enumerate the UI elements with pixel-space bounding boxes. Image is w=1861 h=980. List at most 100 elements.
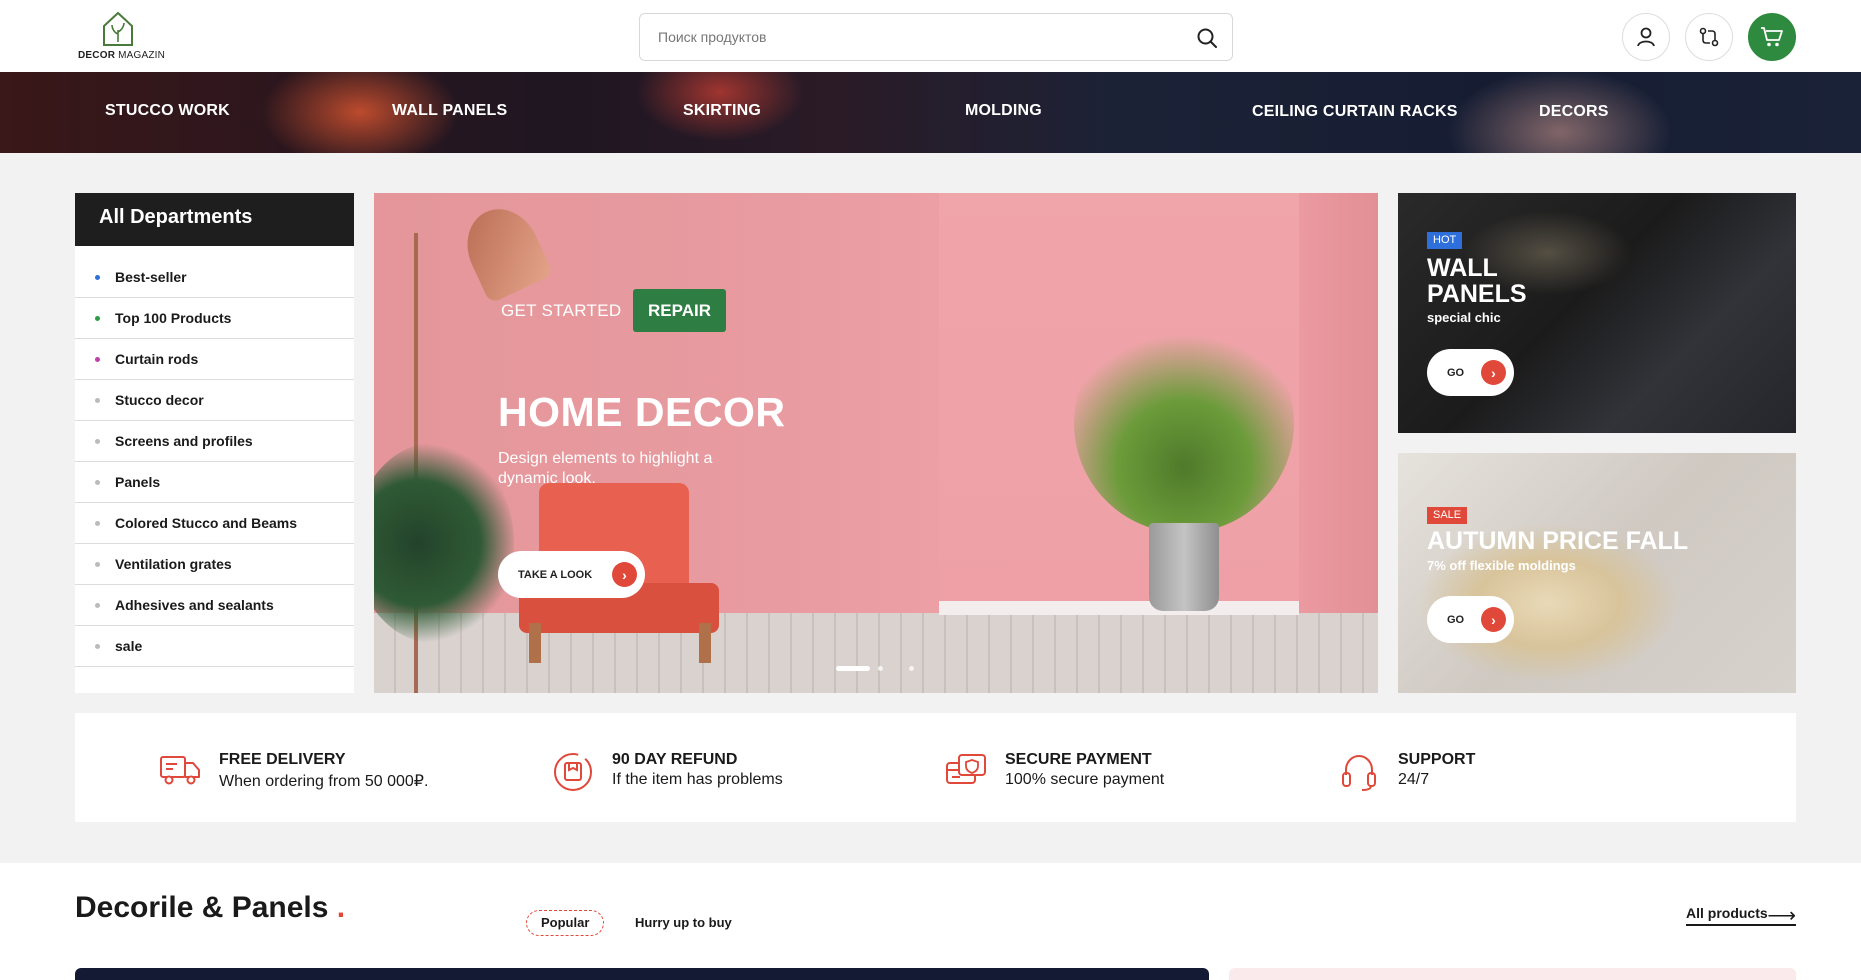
cart-button[interactable] [1748, 13, 1796, 61]
department-label: Colored Stucco and Beams [115, 515, 298, 531]
department-label: Ventilation grates [115, 556, 232, 572]
department-label: Best-seller [115, 269, 187, 285]
department-label: Stucco decor [115, 392, 204, 408]
nav-molding[interactable]: MOLDING [965, 102, 1042, 120]
logo-brand: DECOR [78, 50, 116, 61]
section-title-mark: . [336, 891, 346, 924]
nav-skirting[interactable]: SKIRTING [683, 102, 761, 120]
hero-subtitle: Design elements to highlight a dynamic l… [498, 450, 713, 487]
bullet-dot [95, 439, 100, 444]
feature-subtitle: 24/7 [1398, 771, 1430, 788]
chevron-right-icon: › [1481, 607, 1506, 632]
slider-dot-3[interactable] [909, 666, 914, 671]
feature-title: SUPPORT [1398, 751, 1476, 768]
cart-icon [1761, 27, 1783, 47]
department-item[interactable]: Ventilation grates [75, 544, 354, 585]
account-button[interactable] [1622, 13, 1670, 61]
promo-card-autumn-sale[interactable]: SALE AUTUMN PRICE FALL 7% off flexible m… [1398, 453, 1796, 693]
bullet-dot [95, 480, 100, 485]
departments-list: Best-seller Top 100 Products Curtain rod… [75, 246, 354, 667]
bullet-dot [95, 644, 100, 649]
promo-go-button[interactable]: GO › [1427, 596, 1514, 643]
bullet-dot [95, 275, 100, 280]
bullet-dot [95, 357, 100, 362]
section-title-text: Decorile & Panels [75, 891, 329, 924]
floor-lamp-shade [454, 197, 554, 304]
department-item[interactable]: Adhesives and sealants [75, 585, 354, 626]
product-card-banner[interactable] [75, 968, 1209, 980]
nav-decors[interactable]: DECORS [1539, 103, 1609, 121]
promo-title: AUTUMN PRICE FALL [1427, 527, 1689, 555]
department-item[interactable]: Top 100 Products [75, 298, 354, 339]
product-card-banner[interactable] [1229, 968, 1796, 980]
chevron-right-icon: › [612, 562, 637, 587]
hero-pillar [1299, 193, 1378, 613]
promo-title: WALL PANELS [1427, 254, 1527, 308]
promo-subtitle: special chic [1427, 310, 1501, 325]
hero-tagline: GET STARTED [501, 301, 622, 320]
compare-button[interactable] [1685, 13, 1733, 61]
department-item[interactable]: sale [75, 626, 354, 667]
promo-card-wall-panels[interactable]: HOT WALL PANELS special chic GO › [1398, 193, 1796, 433]
department-item[interactable]: Screens and profiles [75, 421, 354, 462]
department-item[interactable]: Stucco decor [75, 380, 354, 421]
tab-popular[interactable]: Popular [526, 910, 605, 936]
sale-badge: SALE [1427, 507, 1468, 524]
bullet-dot [95, 562, 100, 567]
category-nav: STUCCO WORK WALL PANELS SKIRTING MOLDING… [0, 72, 1861, 153]
feature-subtitle: If the item has problems [612, 771, 783, 788]
slider-dot-2[interactable] [878, 666, 883, 671]
search-input[interactable] [658, 14, 1178, 60]
departments-title[interactable]: All Departments [75, 193, 354, 246]
plant-pot-image [1149, 523, 1219, 611]
department-item[interactable]: Curtain rods [75, 339, 354, 380]
hero-baseboard [939, 601, 1299, 615]
bullet-dot [95, 603, 100, 608]
department-label: Panels [115, 474, 161, 490]
departments-panel: All Departments Best-seller Top 100 Prod… [75, 193, 354, 693]
features-bar: FREE DELIVERY When ordering from 50 000₽… [75, 713, 1796, 822]
department-item[interactable]: Colored Stucco and Beams [75, 503, 354, 544]
hot-badge: HOT [1427, 232, 1463, 249]
go-label: GO [1447, 366, 1465, 379]
feature-title: 90 DAY REFUND [612, 751, 738, 768]
logo-suffix: MAGAZIN [118, 50, 166, 61]
search-icon[interactable] [1196, 27, 1218, 49]
nav-stucco-work[interactable]: STUCCO WORK [105, 102, 230, 120]
department-item[interactable]: Best-seller [75, 257, 354, 298]
take-a-look-label: TAKE A LOOK [518, 568, 593, 581]
department-label: Adhesives and sealants [115, 597, 274, 613]
department-label: sale [115, 638, 143, 654]
armchair-leg [699, 623, 711, 663]
search-box [639, 13, 1233, 61]
headset-icon [1342, 754, 1376, 791]
hero-badge: REPAIR [633, 289, 726, 332]
arrow-right-icon: ⟶ [1767, 905, 1796, 927]
all-products-link[interactable]: All products ⟶ [1686, 905, 1796, 927]
feature-subtitle: 100% secure payment [1005, 771, 1165, 788]
go-label: GO [1447, 613, 1465, 626]
logo-text: DECOR MAGAZIN [78, 50, 165, 61]
refund-icon [554, 753, 592, 791]
feature-subtitle: When ordering from 50 000₽. [219, 773, 429, 790]
palm-plant-image [1074, 313, 1294, 533]
department-item[interactable]: Panels [75, 462, 354, 503]
tab-hurry-up[interactable]: Hurry up to buy [635, 915, 732, 930]
take-a-look-button[interactable]: TAKE A LOOK › [498, 551, 645, 598]
slider-dot-1[interactable] [836, 666, 870, 671]
chevron-right-icon: › [1481, 360, 1506, 385]
promo-go-button[interactable]: GO › [1427, 349, 1514, 396]
all-products-label: All products [1686, 905, 1768, 921]
nav-ceiling-curtain-racks[interactable]: CEILING CURTAIN RACKS [1252, 103, 1458, 121]
department-label: Screens and profiles [115, 433, 253, 449]
logo[interactable]: DECOR MAGAZIN [78, 8, 165, 64]
feature-title: SECURE PAYMENT [1005, 751, 1152, 768]
department-label: Curtain rods [115, 351, 199, 367]
bullet-dot [95, 398, 100, 403]
hero-banner: GET STARTED REPAIR HOME DECOR Design ele… [374, 193, 1378, 693]
section-title: Decorile & Panels . [75, 891, 345, 925]
hero-title: HOME DECOR [498, 389, 786, 435]
nav-wall-panels[interactable]: WALL PANELS [392, 102, 507, 120]
department-label: Top 100 Products [115, 310, 232, 326]
credit-card-icon [946, 754, 986, 784]
